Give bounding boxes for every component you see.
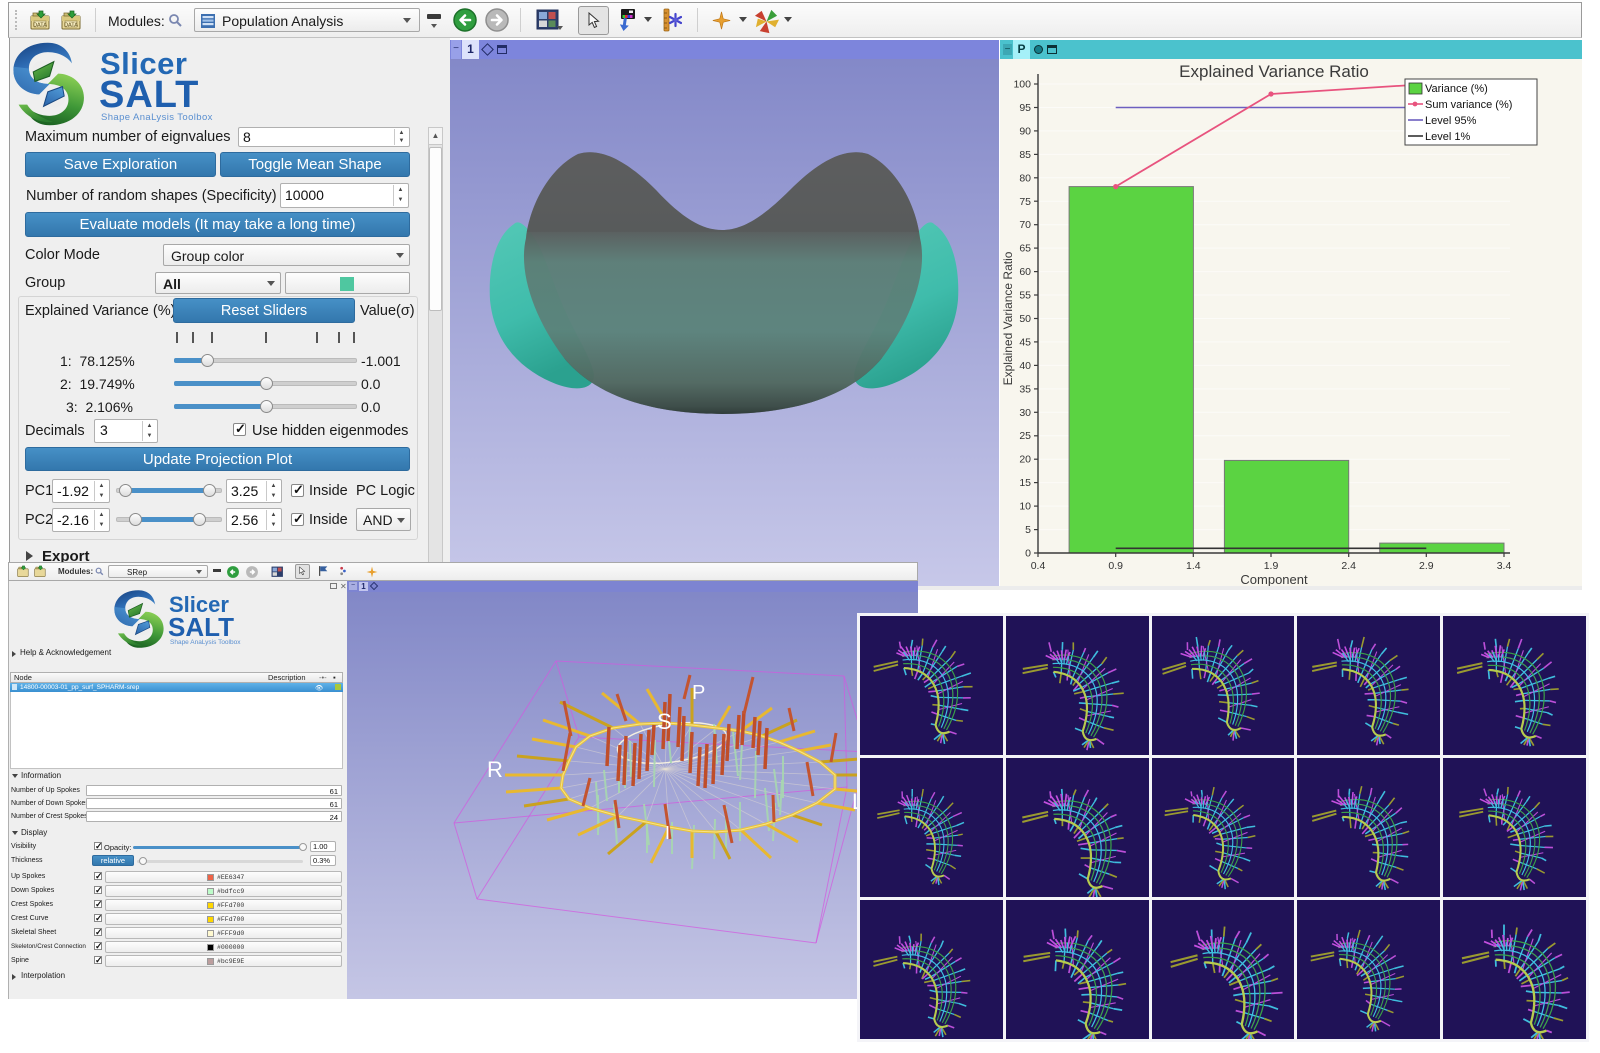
svg-text:55: 55	[1019, 290, 1031, 302]
svg-text:95: 95	[1019, 102, 1031, 114]
svg-text:R: R	[487, 757, 503, 782]
svg-text:1.9: 1.9	[1264, 560, 1279, 572]
svg-text:Variance (%): Variance (%)	[1425, 83, 1488, 95]
svg-text:DATA: DATA	[64, 23, 78, 29]
svg-text:60: 60	[1019, 266, 1031, 278]
svg-text:Component: Component	[1240, 572, 1308, 586]
svg-text:35: 35	[1019, 383, 1031, 395]
svg-text:0: 0	[1025, 548, 1031, 560]
svg-text:50: 50	[1019, 313, 1031, 325]
svg-text:2.9: 2.9	[1419, 560, 1434, 572]
svg-text:70: 70	[1019, 219, 1031, 231]
svg-text:15: 15	[1019, 477, 1031, 489]
svg-text:Level 95%: Level 95%	[1425, 115, 1477, 127]
svg-text:25: 25	[1019, 430, 1031, 442]
svg-text:100: 100	[1013, 79, 1031, 91]
svg-text:1.4: 1.4	[1186, 560, 1201, 572]
svg-text:Explained Variance Ratio: Explained Variance Ratio	[1001, 251, 1015, 385]
svg-text:45: 45	[1019, 336, 1031, 348]
svg-text:65: 65	[1019, 243, 1031, 255]
svg-text:Level 1%: Level 1%	[1425, 131, 1470, 143]
svg-text:DATA: DATA	[33, 23, 47, 29]
svg-text:I: I	[665, 823, 670, 843]
svg-text:S: S	[657, 709, 672, 734]
svg-text:80: 80	[1019, 172, 1031, 184]
svg-text:90: 90	[1019, 125, 1031, 137]
svg-text:40: 40	[1019, 360, 1031, 372]
svg-text:0.9: 0.9	[1108, 560, 1123, 572]
svg-text:75: 75	[1019, 196, 1031, 208]
svg-text:85: 85	[1019, 149, 1031, 161]
svg-text:0.4: 0.4	[1031, 560, 1046, 572]
svg-text:P: P	[692, 682, 705, 704]
svg-text:5: 5	[1025, 524, 1031, 536]
svg-text:2.4: 2.4	[1341, 560, 1356, 572]
svg-text:Explained Variance Ratio: Explained Variance Ratio	[1179, 62, 1369, 81]
svg-text:20: 20	[1019, 454, 1031, 466]
svg-text:10: 10	[1019, 501, 1031, 513]
svg-text:30: 30	[1019, 407, 1031, 419]
svg-text:3.4: 3.4	[1497, 560, 1512, 572]
svg-text:Sum variance (%): Sum variance (%)	[1425, 99, 1512, 111]
